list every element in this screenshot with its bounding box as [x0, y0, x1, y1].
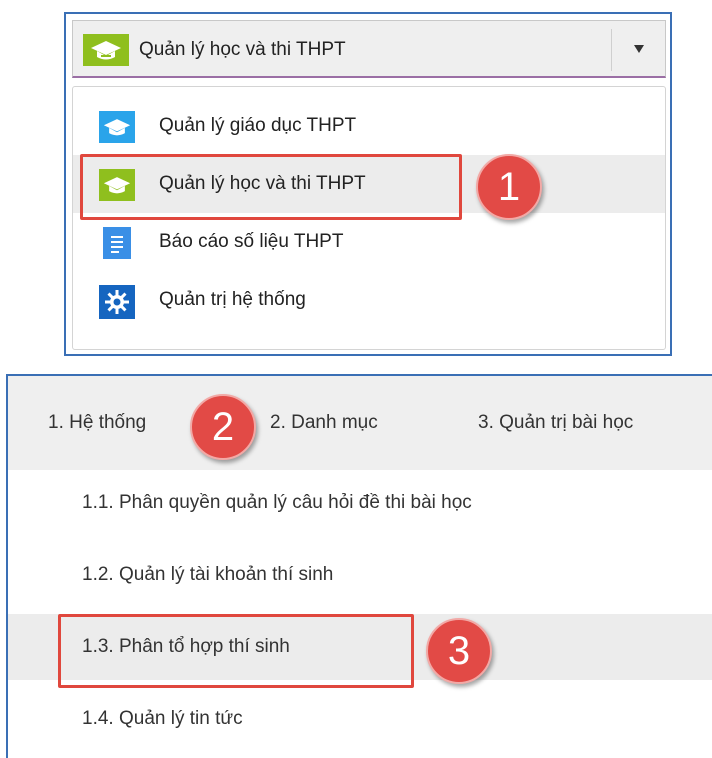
module-option-label: Quản lý giáo dục THPT: [159, 115, 357, 136]
step3-highlight-box: [58, 614, 414, 688]
top-navbar: 1. Hệ thống 2. Danh mục 3. Quản trị bài …: [8, 376, 712, 470]
module-dropdown[interactable]: Quản lý học và thi THPT: [72, 20, 666, 78]
module-option-reports[interactable]: Báo cáo số liệu THPT: [73, 213, 665, 271]
nav-item-system[interactable]: 1. Hệ thống: [48, 376, 146, 470]
gear-icon: [99, 285, 135, 319]
module-option-label: Quản trị hệ thống: [159, 289, 306, 310]
graduation-cap-icon: [99, 111, 135, 143]
step2-badge: 2: [190, 394, 256, 460]
document-icon: [99, 227, 131, 259]
chevron-down-icon[interactable]: [613, 21, 665, 77]
nav-item-lesson-admin[interactable]: 3. Quản trị bài học: [478, 376, 633, 470]
submenu-item-label: 1.1. Phân quyền quản lý câu hỏi đề thi b…: [82, 492, 472, 513]
submenu-item-label: 1.2. Quản lý tài khoản thí sinh: [82, 564, 334, 585]
module-dropdown-value: Quản lý học và thi THPT: [139, 39, 346, 60]
step1-highlight-box: [80, 154, 462, 220]
graduation-cap-icon: [83, 34, 129, 66]
submenu-item-label: 1.4. Quản lý tin tức: [82, 708, 243, 729]
step1-badge: 1: [476, 154, 542, 220]
top-menu-panel: 1. Hệ thống 2. Danh mục 3. Quản trị bài …: [6, 374, 712, 758]
module-selector-panel: Quản lý học và thi THPT Quản lý giáo dục…: [64, 12, 672, 356]
module-option-label: Báo cáo số liệu THPT: [159, 231, 344, 252]
submenu-item-question-permissions[interactable]: 1.1. Phân quyền quản lý câu hỏi đề thi b…: [8, 470, 712, 536]
step3-badge: 3: [426, 618, 492, 684]
nav-item-catalog[interactable]: 2. Danh mục: [270, 376, 378, 470]
dropdown-divider: [611, 29, 612, 71]
submenu-item-news[interactable]: 1.4. Quản lý tin tức: [8, 686, 712, 752]
module-option-admin[interactable]: Quản trị hệ thống: [73, 271, 665, 329]
module-option-education[interactable]: Quản lý giáo dục THPT: [73, 97, 665, 155]
submenu-item-candidate-accounts[interactable]: 1.2. Quản lý tài khoản thí sinh: [8, 542, 712, 608]
